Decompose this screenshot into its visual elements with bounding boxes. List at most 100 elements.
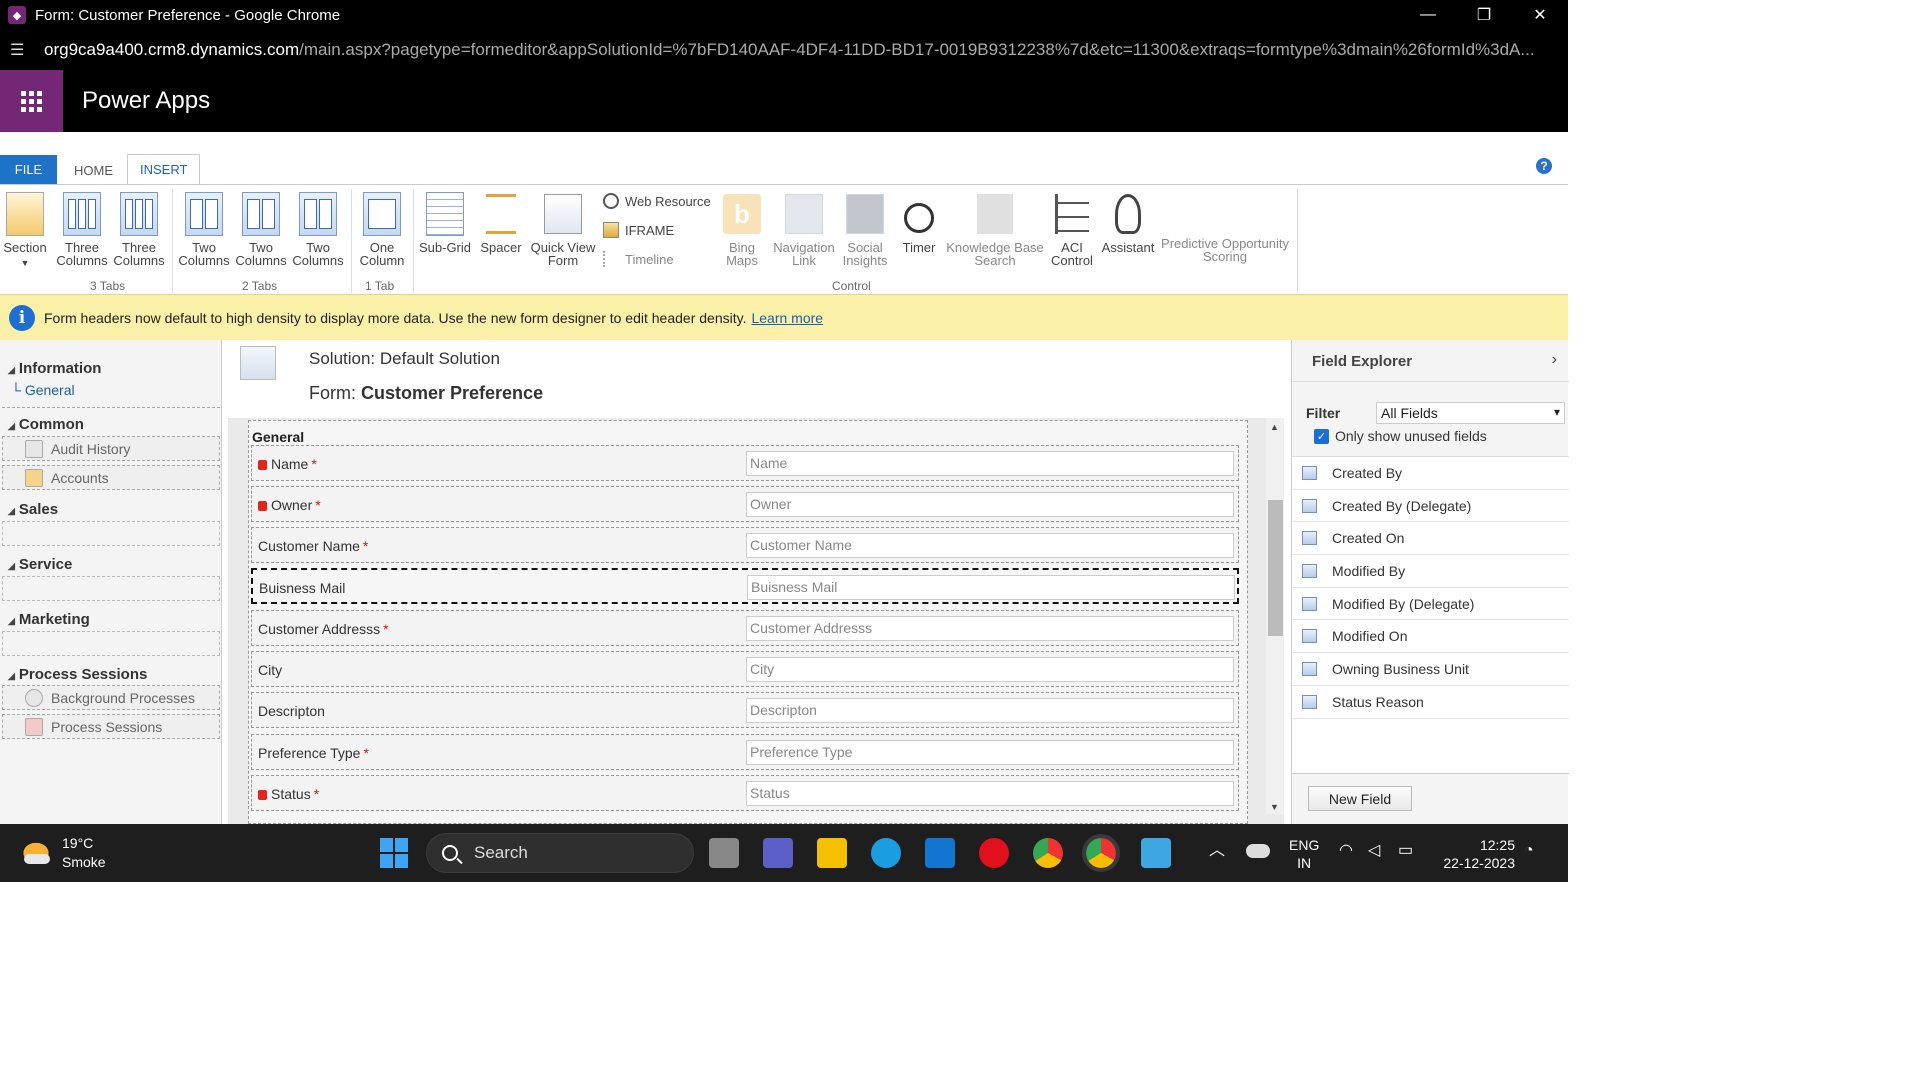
nav-item-process-sessions[interactable]: Process Sessions	[2, 714, 220, 739]
iframe-button[interactable]: IFRAME	[603, 222, 674, 238]
social-insights-button[interactable]: Social Insights	[840, 191, 890, 267]
nav-item-background-processes[interactable]: Background Processes	[2, 685, 220, 710]
form-field-row[interactable]: Descripton Descripton	[251, 692, 1239, 728]
field-input[interactable]: Descripton	[746, 698, 1234, 723]
field-explorer-item[interactable]: Modified By (Delegate)	[1292, 588, 1569, 621]
form-field-row[interactable]: Customer Addresss * Customer Addresss	[251, 610, 1239, 646]
form-scrollbar[interactable]: ▲ ▼	[1266, 418, 1284, 814]
field-input[interactable]: Buisness Mail	[747, 575, 1235, 600]
url-text[interactable]: org9ca9a400.crm8.dynamics.com/main.aspx?…	[44, 40, 1544, 60]
timeline-button[interactable]: Timeline	[603, 251, 674, 267]
wifi-icon[interactable]: ◠	[1339, 842, 1353, 860]
predictive-opportunity-scoring-button[interactable]: Predictive Opportunity Scoring	[1158, 237, 1292, 263]
navigation-link-button[interactable]: Navigation Link	[770, 191, 838, 267]
aci-control-button[interactable]: ACI Control	[1048, 191, 1096, 267]
scroll-down-icon[interactable]: ▼	[1270, 802, 1279, 812]
field-input[interactable]: Customer Name	[746, 533, 1234, 558]
close-icon[interactable]: ✕	[1512, 0, 1568, 30]
tab-insert[interactable]: INSERT	[127, 154, 201, 184]
form-field-row[interactable]: Preference Type * Preference Type	[251, 734, 1239, 770]
quick-view-form-button[interactable]: Quick View Form	[528, 191, 598, 267]
chevron-right-icon[interactable]: ›	[1552, 351, 1557, 369]
field-explorer-item[interactable]: Status Reason	[1292, 686, 1569, 719]
tab-file[interactable]: FILE	[0, 155, 57, 184]
one-column-button[interactable]: One Column	[356, 191, 408, 267]
nav-header-marketing[interactable]: ◢ Marketing	[8, 611, 90, 628]
nav-item-accounts[interactable]: Accounts	[2, 465, 220, 490]
weather-widget[interactable]: 19°C Smoke	[20, 834, 106, 872]
field-explorer-item[interactable]: Created By (Delegate)	[1292, 490, 1569, 523]
nav-header-process-sessions[interactable]: ◢ Process Sessions	[8, 666, 147, 683]
field-explorer-item[interactable]: Created By	[1292, 457, 1569, 490]
audit-history-icon	[25, 439, 43, 458]
chrome-icon[interactable]	[1033, 838, 1063, 868]
sub-grid-button[interactable]: Sub-Grid	[417, 191, 473, 254]
assistant-button[interactable]: Assistant	[1100, 191, 1156, 254]
spacer-button[interactable]: Spacer	[478, 191, 524, 254]
onedrive-icon[interactable]	[1246, 844, 1270, 858]
nav-link-general[interactable]: └ General	[11, 382, 75, 398]
clock[interactable]: 12:25 22-12-2023	[1437, 836, 1515, 872]
file-explorer-icon[interactable]	[817, 838, 847, 868]
task-view-icon[interactable]	[709, 838, 739, 868]
help-icon[interactable]: ?	[1536, 158, 1552, 174]
web-resource-button[interactable]: Web Resource	[603, 193, 711, 209]
field-name: Created By	[1332, 464, 1403, 481]
windows-start-icon[interactable]	[380, 838, 410, 868]
opera-icon[interactable]	[979, 838, 1009, 868]
nav-header-sales[interactable]: ◢ Sales	[8, 501, 58, 518]
form-field-row[interactable]: Status * Status	[251, 775, 1239, 811]
bing-maps-button[interactable]: b Bing Maps	[719, 191, 765, 267]
field-input[interactable]: City	[746, 657, 1234, 682]
field-input[interactable]: Name	[746, 451, 1234, 476]
edge-icon[interactable]	[871, 838, 901, 868]
taskbar-search[interactable]: Search	[426, 833, 694, 873]
chrome-profile-icon[interactable]	[1082, 834, 1120, 872]
battery-icon[interactable]: ▭	[1398, 842, 1413, 860]
nav-header-common[interactable]: ◢ Common	[8, 416, 84, 433]
minimize-icon[interactable]: —	[1400, 0, 1456, 30]
field-explorer-item[interactable]: Owning Business Unit	[1292, 653, 1569, 686]
three-columns-button-2[interactable]: Three Columns	[113, 191, 165, 267]
tab-home[interactable]: HOME	[62, 156, 125, 184]
language-indicator[interactable]: ENG IN	[1289, 836, 1319, 872]
field-input[interactable]: Preference Type	[746, 740, 1234, 765]
two-columns-button-2[interactable]: Two Columns	[235, 191, 287, 267]
three-columns-button-1[interactable]: Three Columns	[56, 191, 108, 267]
app-launcher-waffle-icon[interactable]	[0, 70, 63, 132]
two-columns-button-3[interactable]: Two Columns	[292, 191, 344, 267]
restore-icon[interactable]: ❐	[1456, 0, 1512, 30]
field-input[interactable]: Owner	[746, 492, 1234, 517]
volume-icon[interactable]: ◁	[1368, 842, 1380, 860]
only-unused-checkbox[interactable]: ✓ Only show unused fields	[1314, 428, 1487, 444]
form-field-row[interactable]: Name * Name	[251, 445, 1239, 481]
scroll-up-icon[interactable]: ▲	[1270, 422, 1279, 432]
mail-icon[interactable]	[925, 838, 955, 868]
notepad-icon[interactable]	[1141, 838, 1171, 868]
address-bar[interactable]: ☰ org9ca9a400.crm8.dynamics.com/main.asp…	[0, 30, 1568, 70]
learn-more-link[interactable]: Learn more	[751, 310, 823, 326]
field-explorer-item[interactable]: Created On	[1292, 522, 1569, 556]
site-settings-icon[interactable]: ☰	[10, 40, 32, 60]
field-input[interactable]: Status	[746, 781, 1234, 806]
field-input[interactable]: Customer Addresss	[746, 616, 1234, 641]
form-field-row[interactable]: Buisness Mail Buisness Mail	[251, 568, 1239, 604]
filter-select[interactable]: All Fields ▾	[1376, 402, 1565, 424]
nav-item-audit-history[interactable]: Audit History	[2, 436, 220, 461]
two-columns-button-1[interactable]: Two Columns	[178, 191, 230, 267]
nav-header-service[interactable]: ◢ Service	[8, 556, 72, 573]
section-button[interactable]: Section ▼	[2, 191, 48, 270]
field-explorer-item[interactable]: Modified By	[1292, 555, 1569, 588]
scrollbar-thumb[interactable]	[1268, 500, 1283, 636]
timer-button[interactable]: Timer	[898, 191, 940, 254]
form-field-row[interactable]: City City	[251, 651, 1239, 687]
form-field-row[interactable]: Customer Name * Customer Name	[251, 527, 1239, 563]
nav-header-information[interactable]: ◢ Information	[8, 360, 101, 377]
show-hidden-icons-icon[interactable]: ︿	[1209, 842, 1225, 860]
teams-icon[interactable]	[763, 838, 793, 868]
field-explorer-item[interactable]: Modified On	[1292, 620, 1569, 654]
form-field-row[interactable]: Owner * Owner	[251, 486, 1239, 522]
knowledge-base-search-button[interactable]: Knowledge Base Search	[946, 191, 1044, 267]
notification-bell-icon[interactable]: ◔	[1524, 842, 1534, 860]
new-field-button[interactable]: New Field	[1308, 786, 1412, 811]
